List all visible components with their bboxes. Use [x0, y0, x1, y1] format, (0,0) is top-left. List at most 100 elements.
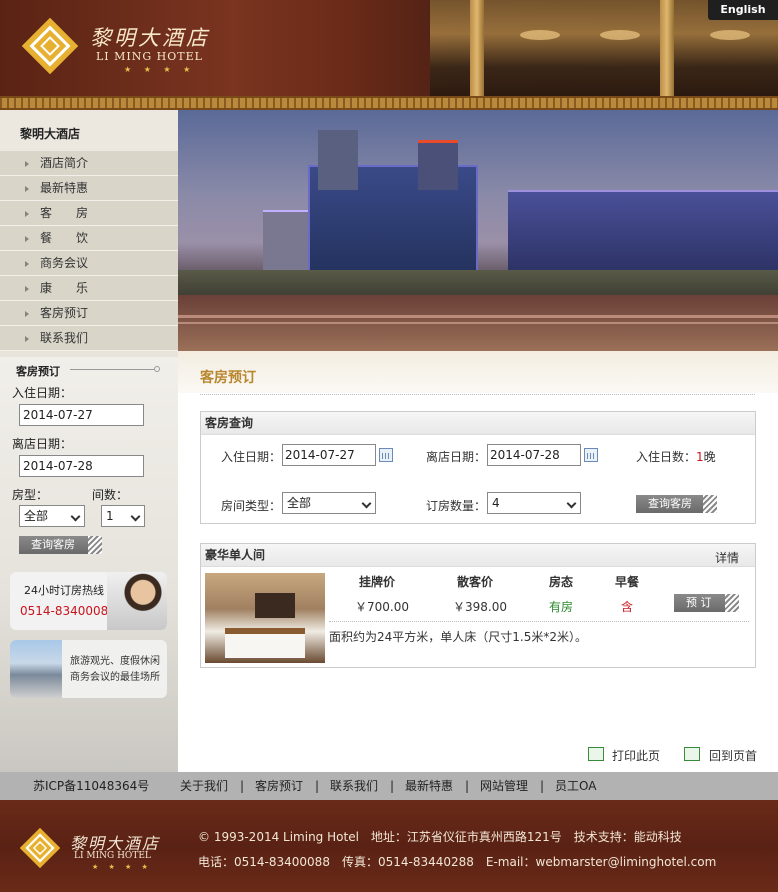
- nights-display: 入住日数：1晚: [636, 448, 716, 465]
- divider: [70, 369, 154, 370]
- footer-logo-stars: ★ ★ ★ ★: [92, 863, 152, 871]
- link-separator: |: [540, 779, 545, 793]
- room-count-select-value: 1: [106, 509, 114, 523]
- logo-chinese-name: 黎明大酒店: [90, 26, 210, 50]
- decorative-border: [0, 96, 778, 110]
- sidebar-title: 黎明大酒店: [0, 110, 178, 151]
- checkin-date-input[interactable]: 2014-07-27: [19, 404, 144, 426]
- room-description: 面积约为24平方米，单人床（尺寸1.5米*2米）。: [329, 630, 587, 644]
- sidebar-item-rooms[interactable]: 客 房: [0, 201, 178, 226]
- room-query-title: 客房查询: [201, 412, 755, 435]
- button-stripe-icon: [725, 594, 739, 612]
- page-title: 客房预订: [200, 370, 256, 386]
- room-count-label: 间数：: [92, 488, 129, 502]
- footer-link-offers[interactable]: 最新特惠: [405, 772, 453, 800]
- room-count-select[interactable]: 1: [101, 505, 145, 527]
- sidebar-search-rooms-label: 查询客房: [31, 538, 75, 551]
- footer-contact: 电话：0514-83400088 传真：0514-83440288 E-mail…: [198, 855, 717, 869]
- query-search-rooms-label: 查询客房: [648, 497, 692, 510]
- header-list-price: 挂牌价: [359, 575, 396, 589]
- promo-banner[interactable]: 旅游观光、度假休闲 商务会议的最佳场所: [10, 640, 167, 698]
- room-type-select-value: 全部: [24, 509, 49, 523]
- room-details-link[interactable]: 详情: [715, 549, 739, 566]
- checkin-label: 入住日期：: [12, 386, 73, 400]
- checkout-date-input[interactable]: 2014-07-28: [19, 455, 144, 477]
- sidebar-search-rooms-button[interactable]: 查询客房: [19, 536, 102, 554]
- walkin-price: ￥398.00: [453, 600, 507, 614]
- room-query-panel: 客房查询 入住日期： 2014-07-27 离店日期： 2014-07-28 入…: [200, 411, 756, 524]
- footer-link-booking[interactable]: 客房预订: [255, 772, 303, 800]
- query-search-rooms-button[interactable]: 查询客房: [636, 495, 717, 513]
- query-room-count-label: 订房数量：: [426, 499, 487, 513]
- hotel-logo-icon[interactable]: [22, 18, 78, 74]
- hotel-logo-icon: [20, 828, 60, 868]
- room-type-select[interactable]: 全部: [19, 505, 85, 527]
- divider-dot: [154, 366, 160, 372]
- query-room-type-select[interactable]: 全部: [282, 492, 376, 514]
- query-checkout-input[interactable]: 2014-07-28: [487, 444, 581, 466]
- sidebar-item-dining[interactable]: 餐 饮: [0, 226, 178, 251]
- room-status: 有房: [549, 600, 574, 614]
- query-checkin-label: 入住日期：: [221, 450, 282, 464]
- header-walkin-price: 散客价: [457, 575, 494, 589]
- footer-link-bar: 苏ICP备11048364号 关于我们 | 客房预订 | 联系我们 | 最新特惠…: [0, 772, 778, 800]
- footer-link-contact[interactable]: 联系我们: [330, 772, 378, 800]
- back-to-top-link[interactable]: 回到页首: [709, 747, 757, 764]
- promo-line-1: 旅游观光、度假休闲: [70, 656, 160, 667]
- link-separator: |: [390, 779, 395, 793]
- promo-text: 旅游观光、度假休闲 商务会议的最佳场所: [70, 654, 160, 686]
- query-checkin-input[interactable]: 2014-07-27: [282, 444, 376, 466]
- operator-avatar: [107, 572, 167, 630]
- hotline-phone: 0514-83400088: [20, 604, 116, 618]
- query-checkout-label: 离店日期：: [426, 450, 487, 464]
- room-type-label: 房型：: [12, 488, 49, 502]
- main-content: 客房预订 客房查询 入住日期： 2014-07-27 离店日期： 2014-07…: [178, 351, 778, 772]
- footer-link-staff-oa[interactable]: 员工OA: [555, 772, 596, 800]
- chevron-down-icon: [130, 511, 141, 522]
- logo-stars: ★ ★ ★ ★: [124, 65, 196, 74]
- site-header: 黎明大酒店 LI MING HOTEL ★ ★ ★ ★ English: [0, 0, 778, 96]
- booking-widget-title: 客房预订: [16, 365, 60, 378]
- breakfast-included: 含: [621, 600, 634, 614]
- book-room-label: 预 订: [686, 596, 712, 609]
- chevron-down-icon: [361, 498, 372, 509]
- promo-line-2: 商务会议的最佳场所: [70, 672, 160, 683]
- footer-link-admin[interactable]: 网站管理: [480, 772, 528, 800]
- sidebar-item-about[interactable]: 酒店简介: [0, 151, 178, 176]
- icp-number[interactable]: 苏ICP备11048364号: [33, 772, 149, 800]
- room-photo[interactable]: [205, 573, 325, 663]
- sidebar-item-meetings[interactable]: 商务会议: [0, 251, 178, 276]
- print-icon[interactable]: [588, 747, 604, 761]
- sidebar-item-contact[interactable]: 联系我们: [0, 326, 178, 351]
- sidebar-item-booking[interactable]: 客房预订: [0, 301, 178, 326]
- button-stripe-icon: [88, 536, 102, 554]
- query-room-type-label: 房间类型：: [221, 499, 282, 513]
- hotel-thumbnail: [10, 640, 62, 698]
- footer-link-about[interactable]: 关于我们: [180, 772, 228, 800]
- sidebar-item-recreation[interactable]: 康 乐: [0, 276, 178, 301]
- booking-widget: 客房预订 入住日期： 2014-07-27 离店日期： 2014-07-28 房…: [0, 357, 178, 772]
- nights-value: 1: [696, 450, 704, 464]
- link-separator: |: [315, 779, 320, 793]
- footer-copyright: © 1993-2014 Liming Hotel 地址：江苏省仪征市真州西路12…: [198, 830, 682, 844]
- chevron-down-icon: [566, 498, 577, 509]
- footer-logo-english: LI MING HOTEL: [74, 851, 151, 861]
- divider: [200, 394, 755, 395]
- print-page-link[interactable]: 打印此页: [612, 747, 660, 764]
- query-room-type-value: 全部: [287, 496, 312, 510]
- room-result-panel: 豪华单人间 详情 挂牌价 散客价 房态 早餐 ￥700.00 ￥398.00 有…: [200, 543, 756, 668]
- chevron-down-icon: [70, 511, 81, 522]
- query-room-count-select[interactable]: 4: [487, 492, 581, 514]
- link-separator: |: [465, 779, 470, 793]
- header-status: 房态: [549, 575, 574, 589]
- hotline-title: 24小时订房热线: [24, 584, 104, 597]
- calendar-icon[interactable]: [584, 448, 598, 462]
- calendar-icon[interactable]: [379, 448, 393, 462]
- english-language-button[interactable]: English: [708, 0, 778, 20]
- nights-label: 入住日数：: [636, 450, 697, 464]
- sidebar-item-offers[interactable]: 最新特惠: [0, 176, 178, 201]
- book-room-button[interactable]: 预 订: [674, 594, 739, 612]
- back-to-top-icon[interactable]: [684, 747, 700, 761]
- site-footer: 黎明大酒店 LI MING HOTEL ★ ★ ★ ★ © 1993-2014 …: [0, 800, 778, 892]
- hotline-banner[interactable]: 24小时订房热线 0514-83400088: [10, 572, 167, 630]
